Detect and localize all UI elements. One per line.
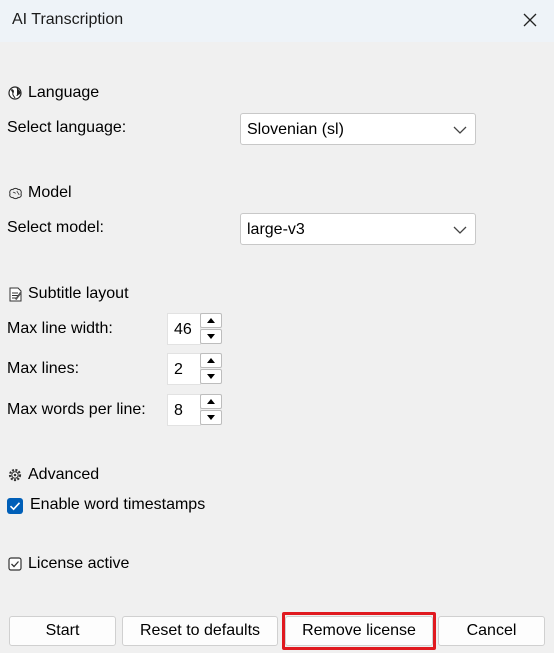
increment-button[interactable] [200,313,222,328]
subtitle-layout-heading-text: Subtitle layout [28,285,129,302]
license-status: License active [7,555,129,573]
remove-license-button[interactable]: Remove license [285,616,433,646]
chevron-down-icon [453,126,467,134]
word-timestamps-checkbox[interactable] [7,498,23,514]
title-bar: AI Transcription [0,0,554,42]
checkbox-icon [7,556,23,572]
increment-button[interactable] [200,394,222,409]
max-line-width-spinbox[interactable]: 46 [167,313,225,345]
language-dropdown[interactable]: Slovenian (sl) [240,113,476,145]
close-button[interactable] [510,4,550,36]
select-language-label: Select language: [7,119,127,136]
max-words-per-line-spinbox[interactable]: 8 [167,394,225,426]
license-status-text: License active [28,555,130,572]
language-dropdown-value: Slovenian (sl) [247,121,344,138]
max-lines-value: 2 [174,361,183,378]
close-icon [523,13,537,27]
max-lines-spinbox[interactable]: 2 [167,353,225,385]
max-lines-field[interactable]: 2 [167,353,201,385]
word-timestamps-label[interactable]: Enable word timestamps [30,496,205,514]
window-title: AI Transcription [12,11,124,28]
decrement-button[interactable] [200,410,222,425]
arrow-down-icon [207,334,215,339]
model-dropdown-value: large-v3 [247,221,305,238]
max-words-per-line-label: Max words per line: [7,401,146,418]
arrow-down-icon [207,415,215,420]
max-words-per-line-value: 8 [174,402,183,419]
gear-icon [7,467,23,483]
arrow-up-icon [207,318,215,323]
advanced-section-heading: Advanced [7,466,99,484]
decrement-button[interactable] [200,369,222,384]
select-model-label: Select model: [7,219,104,236]
chevron-down-icon [453,226,467,234]
model-section-heading: Model [7,184,72,202]
model-dropdown[interactable]: large-v3 [240,213,476,245]
arrow-down-icon [207,374,215,379]
subtitle-layout-section-heading: Subtitle layout [7,285,129,303]
max-line-width-value: 46 [174,321,192,338]
checkmark-icon [9,502,21,511]
max-line-width-label: Max line width: [7,320,113,337]
reset-to-defaults-button[interactable]: Reset to defaults [122,616,278,646]
cancel-button[interactable]: Cancel [438,616,545,646]
decrement-button[interactable] [200,329,222,344]
increment-button[interactable] [200,353,222,368]
arrow-up-icon [207,399,215,404]
memo-icon [7,286,23,302]
language-section-heading: Language [7,84,99,102]
arrow-up-icon [207,358,215,363]
advanced-heading-text: Advanced [28,466,100,483]
max-line-width-field[interactable]: 46 [167,313,201,345]
max-words-per-line-field[interactable]: 8 [167,394,201,426]
max-lines-label: Max lines: [7,360,80,377]
language-heading-text: Language [28,84,100,101]
start-button[interactable]: Start [9,616,116,646]
globe-icon [7,85,23,101]
brain-icon [7,185,23,201]
model-heading-text: Model [28,184,72,201]
